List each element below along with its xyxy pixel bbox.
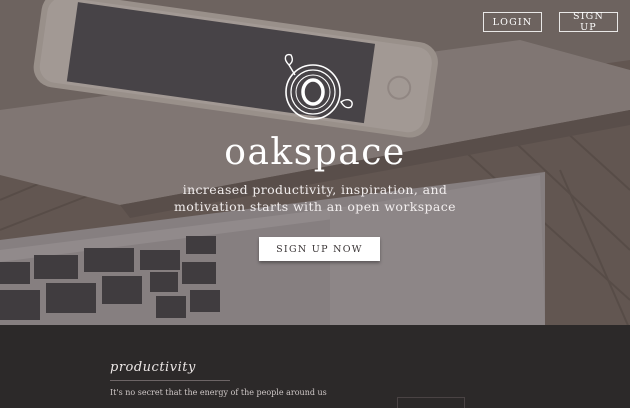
signup-now-button[interactable]: SIGN UP NOW: [259, 237, 380, 261]
oak-ring-leaf-logo-icon: [284, 53, 353, 120]
section-heading: productivity: [110, 360, 196, 375]
section-body-text: It's no secret that the energy of the pe…: [110, 387, 370, 399]
section-image-frame: [397, 397, 465, 408]
brand-wordmark: oakspace: [224, 132, 406, 173]
heading-divider: [110, 380, 230, 381]
signup-button[interactable]: SIGN UP: [559, 11, 618, 33]
productivity-section: productivity It's no secret that the ene…: [0, 325, 630, 408]
tagline-line-1: increased productivity, inspiration, and: [182, 182, 448, 197]
tagline-line-2: motivation starts with an open workspace: [174, 199, 456, 214]
hero-section: LOGIN SIGN UP oakspace increased product…: [0, 0, 630, 325]
login-button[interactable]: LOGIN: [483, 12, 542, 32]
hero-tagline: increased productivity, inspiration, and…: [0, 181, 630, 215]
body-line-1: It's no secret that the energy of the pe…: [110, 388, 327, 397]
